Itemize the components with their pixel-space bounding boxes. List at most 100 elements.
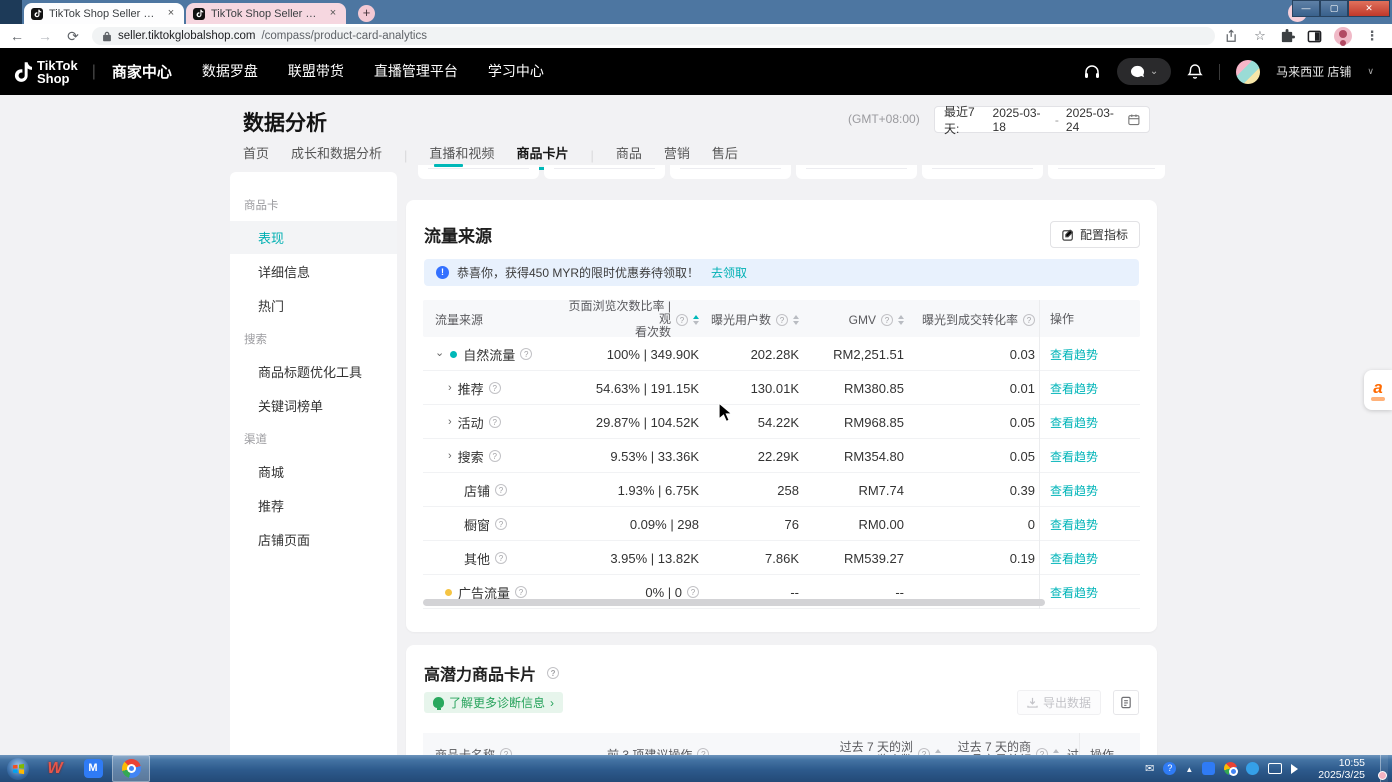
forward-icon[interactable] [36,28,54,44]
sort-icon[interactable] [898,315,904,325]
view-trend-link[interactable]: 查看趋势 [1050,482,1098,499]
close-button[interactable]: ✕ [1348,0,1390,17]
bell-icon[interactable] [1187,63,1203,80]
horizontal-scrollbar[interactable] [423,599,1045,606]
info-icon[interactable] [697,748,709,755]
info-icon[interactable] [1023,314,1035,326]
nav-item-academy[interactable]: 学习中心 [488,61,544,82]
view-trend-link[interactable]: 查看趋势 [1050,380,1098,397]
new-tab-button[interactable] [358,5,375,22]
sort-icon[interactable] [793,315,799,325]
view-trend-link[interactable]: 查看趋势 [1050,346,1098,363]
taskbar-m-app-icon[interactable] [74,755,112,782]
chat-pill[interactable]: ⌄ [1117,58,1171,85]
claim-coupon-link[interactable]: 去领取 [711,264,747,281]
share-icon[interactable] [1225,29,1240,43]
sidebar-item-recommend[interactable]: 推荐 [230,489,397,522]
tray-mail-icon[interactable] [1145,762,1154,775]
sidebar-item-performance[interactable]: 表现 [230,221,397,254]
report-doc-button[interactable] [1113,690,1139,715]
info-icon[interactable] [676,314,688,326]
view-trend-link[interactable]: 查看趋势 [1050,448,1098,465]
tray-help-icon[interactable] [1163,762,1176,775]
bookmark-star-icon[interactable] [1252,28,1268,44]
browser-tab-2[interactable]: TikTok Shop Seller Center | Cr [186,3,346,24]
taskbar-chrome-icon[interactable] [112,755,150,782]
taskbar-clock[interactable]: 10:55 2025/3/25 [1312,757,1371,781]
sidebar-item-shop-page[interactable]: 店铺页面 [230,523,397,556]
info-icon[interactable] [1036,748,1048,755]
headset-icon[interactable] [1083,63,1101,81]
scrolled-tab-underline [434,164,463,167]
tray-chrome-icon[interactable] [1224,762,1237,775]
info-icon[interactable] [687,586,699,598]
expand-icon[interactable] [448,416,452,428]
nav-item-compass[interactable]: 数据罗盘 [202,61,258,82]
side-panel-icon[interactable] [1307,29,1322,44]
info-icon[interactable] [881,314,893,326]
view-trend-link[interactable]: 查看趋势 [1050,550,1098,567]
url-bar[interactable]: seller.tiktokglobalshop.com/compass/prod… [92,27,1215,45]
info-icon[interactable] [776,314,788,326]
tab-close-icon[interactable] [165,8,177,20]
sidebar-item-details[interactable]: 详细信息 [230,255,397,288]
sidebar-item-trending[interactable]: 热门 [230,289,397,322]
export-data-button[interactable]: 导出数据 [1017,690,1101,715]
view-trend-link[interactable]: 查看趋势 [1050,584,1098,601]
nav-item-live[interactable]: 直播管理平台 [374,61,458,82]
tab-home[interactable]: 首页 [243,143,269,168]
info-icon[interactable] [495,518,507,530]
browser-menu-icon[interactable] [1364,28,1380,44]
configure-metrics-button[interactable]: 配置指标 [1050,221,1140,248]
extensions-icon[interactable] [1280,29,1295,44]
view-trend-link[interactable]: 查看趋势 [1050,516,1098,533]
tiktok-shop-logo[interactable]: TikTok Shop [0,59,92,85]
sidebar-item-keyword-ranking[interactable]: 关键词榜单 [230,389,397,422]
volume-icon[interactable] [1291,764,1303,774]
info-icon[interactable] [515,586,527,598]
tray-app2-icon[interactable] [1246,762,1259,775]
info-icon[interactable] [489,450,501,462]
tab-products[interactable]: 商品 [616,143,642,168]
sort-icon[interactable] [693,315,699,325]
tab-product-card[interactable]: 商品卡片 [516,143,568,168]
maximize-button[interactable]: ▢ [1320,0,1348,17]
back-icon[interactable] [8,28,26,44]
date-range-picker[interactable]: 最近7天: 2025-03-18 - 2025-03-24 [934,106,1150,133]
expand-icon[interactable] [448,382,452,394]
info-icon[interactable] [489,416,501,428]
expand-icon[interactable] [448,450,452,462]
sidebar-item-mall[interactable]: 商城 [230,455,397,488]
info-icon[interactable] [495,552,507,564]
info-icon[interactable] [495,484,507,496]
reload-icon[interactable] [64,28,82,45]
shop-avatar[interactable] [1236,60,1260,84]
info-icon[interactable] [918,748,930,755]
shop-name[interactable]: 马来西亚 店铺 [1276,63,1351,80]
browser-profile-avatar[interactable] [1334,27,1352,45]
tab-growth[interactable]: 成长和数据分析 [291,143,382,168]
sidebar-item-title-optimizer[interactable]: 商品标题优化工具 [230,355,397,388]
floating-assistant-widget[interactable] [1364,370,1392,410]
view-trend-link[interactable]: 查看趋势 [1050,414,1098,431]
minimize-button[interactable]: — [1292,0,1320,17]
nav-item-seller-center[interactable]: 商家中心 [112,61,172,82]
taskbar-wps-icon[interactable] [36,755,74,782]
info-icon[interactable] [489,382,501,394]
tab-aftersale[interactable]: 售后 [712,143,738,168]
tray-expand-icon[interactable] [1185,763,1193,775]
info-icon[interactable] [500,748,512,755]
network-icon[interactable] [1268,763,1282,774]
configure-metrics-label: 配置指标 [1080,226,1128,243]
collapse-icon[interactable] [435,348,444,361]
tab-marketing[interactable]: 营销 [664,143,690,168]
chevron-down-icon[interactable]: ∨ [1367,66,1374,77]
tray-app-icon[interactable] [1202,762,1215,775]
tab-close-icon[interactable] [327,8,339,20]
start-button[interactable] [0,755,36,782]
info-icon[interactable] [547,667,559,679]
nav-item-affiliate[interactable]: 联盟带货 [288,61,344,82]
diagnosis-info-link[interactable]: 了解更多诊断信息 › [424,692,563,713]
info-icon[interactable] [520,348,532,360]
browser-tab-1[interactable]: TikTok Shop Seller Center | Cr [24,3,184,24]
